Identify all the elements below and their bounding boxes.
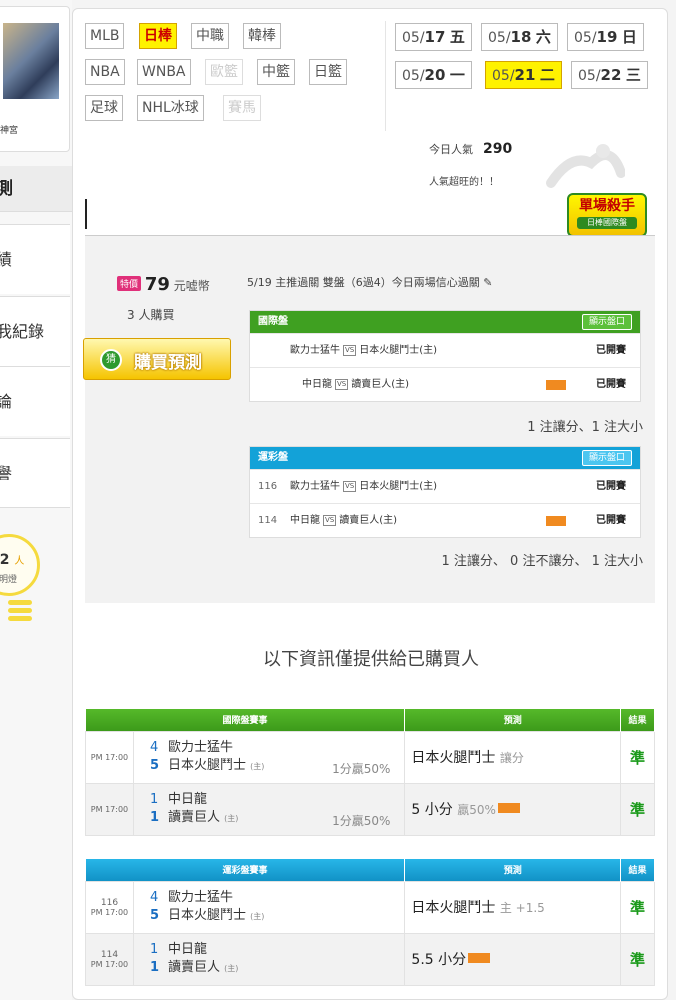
board-row: 114 中日龍 VS 讀賣巨人(主) 已開賽	[250, 503, 640, 537]
sidebar-item-honor[interactable]: 譽	[0, 438, 70, 508]
table-row: 114 PM 17:00 1 中日龍 1 讀賣巨人 (主) 5.5 小分 準	[85, 932, 655, 986]
sidebar-item-current[interactable]: 測	[0, 166, 72, 212]
main-pick-icon	[468, 953, 491, 963]
show-odds-button[interactable]: 顯示盤口	[581, 450, 632, 466]
profile-name: 治神宮	[0, 126, 19, 136]
result-badge: 準	[620, 880, 655, 934]
intl-results-table: 國際盤賽事 預測 結果 PM 17:00 4 歐力士猛牛 5 日本火腿鬥士 (主) …	[85, 709, 655, 836]
guess-icon: 猜	[100, 349, 122, 371]
date-button-0517[interactable]: 05/17 五	[395, 23, 472, 51]
bulb-caption: 為明燈	[0, 575, 18, 585]
vs-icon: VS	[343, 481, 357, 492]
column-header: 結果	[620, 859, 655, 881]
sports-board-title: 運彩盤	[258, 452, 288, 463]
sidebar-item-discussion[interactable]: 論	[0, 366, 70, 436]
result-badge: 準	[620, 932, 655, 986]
price-unit: 元嘘幣	[173, 279, 210, 293]
column-header: 預測	[404, 709, 622, 731]
game-status: 已開賽	[596, 379, 626, 390]
sidebar-item-my-record[interactable]: 我紀錄	[0, 296, 70, 366]
game-status: 已開賽	[596, 515, 626, 526]
board-row: 116 歐力士猛牛 VS 日本火腿鬥士(主) 已開賽	[250, 469, 640, 503]
buy-prediction-button[interactable]: 猜 購買預測	[83, 338, 231, 380]
bulb-count: 52	[0, 552, 10, 568]
popularity-label: 今日人氣 290	[429, 141, 513, 157]
bulb-base-icon	[8, 600, 32, 628]
date-button-0520[interactable]: 05/20 一	[395, 61, 472, 89]
result-badge: 準	[620, 730, 655, 784]
tab-mlb[interactable]: MLB	[85, 23, 125, 49]
prediction-panel: 特價 79 元嘘幣 3 人購買 猜 購買預測 5/19 主推過關 雙盤（6過4）…	[83, 235, 655, 603]
purchaser-info-heading: 以下資訊僅提供給已購買人	[263, 649, 479, 670]
vs-icon: VS	[343, 345, 357, 356]
tab-horse-racing[interactable]: 賽馬	[223, 95, 261, 121]
tab-npb[interactable]: 日棒	[139, 23, 177, 49]
date-button-0518[interactable]: 05/18 六	[481, 23, 558, 51]
tab-jp-basketball[interactable]: 日籃	[309, 59, 347, 85]
tab-sbl[interactable]: 中籃	[257, 59, 295, 85]
buyer-count: 3 人購買	[127, 308, 175, 322]
vs-icon: VS	[323, 515, 337, 526]
tab-soccer[interactable]: 足球	[85, 95, 123, 121]
table-row: PM 17:00 4 歐力士猛牛 5 日本火腿鬥士 (主) 1分贏50% 日本火腿鬥…	[85, 730, 655, 784]
price-value: 79	[144, 274, 170, 295]
sports-board: 運彩盤 顯示盤口 116 歐力士猛牛 VS 日本火腿鬥士(主) 已開賽 114 中日…	[249, 446, 641, 538]
result-badge: 準	[620, 782, 655, 836]
tab-cpbl[interactable]: 中職	[191, 23, 229, 49]
game-status: 已開賽	[596, 345, 626, 356]
intl-board-summary: 1 注讓分、1 注大小	[527, 420, 643, 435]
left-sidebar: 治神宮 測 績 我紀錄 論 譽 52 人 為明燈	[0, 0, 72, 1000]
column-header: 運彩盤賽事	[85, 859, 406, 881]
intl-board: 國際盤 顯示盤口 歐力士猛牛 VS 日本火腿鬥士(主) 已開賽 中日龍 VS 讀賣巨人(…	[249, 310, 641, 402]
date-button-0521[interactable]: 05/21 二	[485, 61, 562, 89]
table-row: PM 17:00 1 中日龍 1 讀賣巨人 (主) 1分贏50% 5 小分 贏50%…	[85, 782, 655, 836]
avatar[interactable]	[3, 23, 59, 99]
game-status: 已開賽	[596, 481, 626, 492]
main-pick-icon	[546, 380, 566, 390]
main-pick-icon	[546, 516, 566, 526]
sports-results-table: 運彩盤賽事 預測 結果 116 PM 17:00 4 歐力士猛牛 5 日本火腿鬥士 (…	[85, 859, 655, 986]
tab-euro-basketball[interactable]: 歐籃	[205, 59, 243, 85]
bulb-unit: 人	[14, 556, 25, 567]
tab-nhl[interactable]: NHL冰球	[137, 95, 204, 121]
vs-icon: VS	[335, 379, 349, 390]
light-bulb-widget[interactable]: 52 人 為明燈	[0, 530, 50, 640]
pick-title: 5/19 主推過關 雙盤（6過4）今日兩場信心過關 ✎	[247, 276, 493, 289]
intl-board-title: 國際盤	[258, 316, 288, 327]
show-odds-button[interactable]: 顯示盤口	[581, 314, 632, 330]
tab-kbo[interactable]: 韓棒	[243, 23, 281, 49]
column-header: 預測	[404, 859, 621, 881]
board-row: 歐力士猛牛 VS 日本火腿鬥士(主) 已開賽	[250, 333, 640, 367]
mascot-decoration-icon	[546, 144, 625, 188]
column-header: 結果	[620, 709, 655, 731]
tab-nba[interactable]: NBA	[85, 59, 125, 85]
price: 特價 79 元嘘幣	[117, 274, 217, 295]
divider	[385, 21, 386, 131]
popularity-value: 290	[483, 141, 513, 157]
single-game-killer-badge: 單場殺手 日棒國際盤	[567, 193, 647, 237]
sale-badge: 特價	[117, 276, 142, 291]
date-button-0522[interactable]: 05/22 三	[571, 61, 648, 89]
sports-board-summary: 1 注讓分、 0 注不讓分、 1 注大小	[441, 554, 643, 569]
popularity-caption: 人氣超旺的！！	[429, 177, 499, 188]
main-card: MLB 日棒 中職 韓棒 NBA WNBA 歐籃 中籃 日籃 足球 NHL冰球 …	[72, 8, 668, 1000]
date-button-0519[interactable]: 05/19 日	[567, 23, 644, 51]
board-row: 中日龍 VS 讀賣巨人(主) 已開賽	[250, 367, 640, 401]
pencil-icon: ✎	[483, 276, 493, 289]
tab-wnba[interactable]: WNBA	[137, 59, 191, 85]
table-row: 116 PM 17:00 4 歐力士猛牛 5 日本火腿鬥士 (主) 日本火腿鬥士 主 …	[85, 880, 655, 934]
column-header: 國際盤賽事	[85, 709, 406, 731]
profile-card[interactable]: 治神宮	[0, 6, 70, 152]
sidebar-item-record[interactable]: 績	[0, 224, 70, 294]
main-pick-icon	[497, 803, 520, 813]
